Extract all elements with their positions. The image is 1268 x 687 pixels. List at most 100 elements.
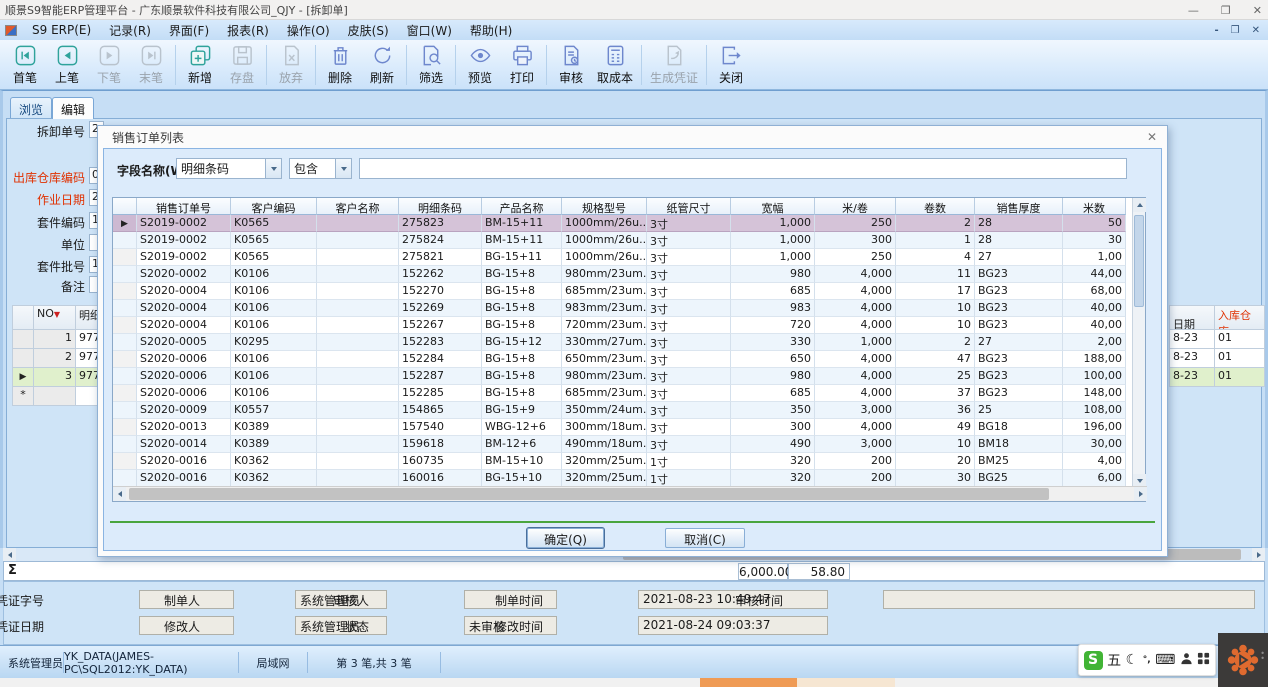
cell-0[interactable]: S2020-0002 — [137, 266, 231, 283]
cell-1[interactable]: K0295 — [231, 334, 317, 351]
scroll-left-icon[interactable] — [3, 548, 16, 561]
table-row[interactable]: S2019-0002K0565275824BM-15+111000mm/26u.… — [113, 232, 1126, 249]
cell-9[interactable]: 10 — [896, 436, 975, 453]
grid-header-8[interactable]: 米/卷 — [815, 198, 896, 215]
cell-0[interactable]: S2020-0014 — [137, 436, 231, 453]
cell-5[interactable]: 330mm/27um... — [562, 334, 647, 351]
row-selector[interactable] — [113, 317, 137, 334]
row-selector[interactable] — [113, 436, 137, 453]
grid-header-3[interactable]: 明细条码 — [399, 198, 482, 215]
cell-10[interactable]: 28 — [975, 215, 1063, 232]
cell-3[interactable]: 275824 — [399, 232, 482, 249]
cell-3[interactable]: 154865 — [399, 402, 482, 419]
cell-2[interactable] — [317, 283, 399, 300]
cell-9[interactable]: 2 — [896, 215, 975, 232]
cell-4[interactable]: BG-15+12 — [482, 334, 562, 351]
cell-11[interactable]: 30 — [1063, 232, 1126, 249]
cell-5[interactable]: 350mm/24um... — [562, 402, 647, 419]
minimize-icon[interactable]: — — [1188, 4, 1199, 17]
footer-row1-value-4[interactable] — [883, 590, 1255, 609]
footer-row2-value-3[interactable]: 2021-08-24 09:03:37 — [638, 616, 828, 635]
cell-7[interactable]: 330 — [731, 334, 815, 351]
detail-header-warehouse[interactable]: 入库仓库 — [1214, 305, 1265, 330]
toolbar-button-print[interactable]: 打印 — [501, 42, 543, 88]
scroll-up-icon[interactable] — [1133, 198, 1146, 212]
cell-10[interactable]: BG23 — [975, 317, 1063, 334]
toolbar-button-refresh[interactable]: 刷新 — [361, 42, 403, 88]
cell-5[interactable]: 983mm/23um... — [562, 300, 647, 317]
cell-9[interactable]: 25 — [896, 368, 975, 385]
cell-9[interactable]: 1 — [896, 232, 975, 249]
cell-date[interactable]: 8-23 — [1169, 329, 1215, 349]
cell-4[interactable]: BG-15+8 — [482, 385, 562, 402]
cell-2[interactable] — [317, 300, 399, 317]
cell-10[interactable]: 25 — [975, 402, 1063, 419]
cell-8[interactable]: 4,000 — [815, 317, 896, 334]
cell-8[interactable]: 4,000 — [815, 351, 896, 368]
filter-field-select[interactable]: 明细条码 — [176, 158, 282, 179]
cell-1[interactable]: K0106 — [231, 368, 317, 385]
cell-4[interactable]: BM-15+11 — [482, 215, 562, 232]
cell-9[interactable]: 4 — [896, 249, 975, 266]
row-selector[interactable] — [113, 385, 137, 402]
cell-9[interactable]: 49 — [896, 419, 975, 436]
grid-vertical-scrollbar[interactable] — [1132, 198, 1145, 488]
cell-11[interactable]: 4,00 — [1063, 453, 1126, 470]
cell-1[interactable]: K0389 — [231, 419, 317, 436]
cell-2[interactable] — [317, 436, 399, 453]
cell-6[interactable]: 3寸 — [647, 385, 731, 402]
grid-header-2[interactable]: 客户名称 — [317, 198, 399, 215]
filter-value-input[interactable] — [359, 158, 1127, 179]
menu-item-s9erp[interactable]: S9 ERP(E) — [23, 21, 100, 39]
tab-browse[interactable]: 浏览 — [10, 97, 52, 119]
cell-3[interactable]: 160016 — [399, 470, 482, 487]
row-selector[interactable] — [113, 470, 137, 487]
grid-header-1[interactable]: 客户编码 — [231, 198, 317, 215]
chevron-down-icon[interactable] — [265, 159, 281, 178]
cell-4[interactable]: BG-15+8 — [482, 317, 562, 334]
cell-10[interactable]: 27 — [975, 334, 1063, 351]
row-selector[interactable] — [113, 453, 137, 470]
row-selector[interactable] — [113, 232, 137, 249]
cell-1[interactable]: K0557 — [231, 402, 317, 419]
cell-7[interactable]: 1,000 — [731, 215, 815, 232]
cell-5[interactable]: 685mm/23um... — [562, 385, 647, 402]
mdi-minimize-icon[interactable]: - — [1214, 25, 1218, 36]
row-selector[interactable] — [113, 249, 137, 266]
moon-icon[interactable]: ☾ — [1126, 652, 1139, 668]
scroll-right-icon[interactable] — [1134, 487, 1147, 501]
cell-5[interactable]: 1000mm/26u... — [562, 232, 647, 249]
toolbox-icon[interactable] — [1197, 652, 1210, 668]
table-row[interactable]: S2020-0009K0557154865BG-15+9350mm/24um..… — [113, 402, 1126, 419]
cell-6[interactable]: 3寸 — [647, 436, 731, 453]
cell-2[interactable] — [317, 334, 399, 351]
cell-11[interactable]: 6,00 — [1063, 470, 1126, 487]
punctuation-icon[interactable]: °, — [1143, 655, 1151, 665]
toolbar-button-delete[interactable]: 删除 — [319, 42, 361, 88]
cell-10[interactable]: 28 — [975, 232, 1063, 249]
cell-9[interactable]: 30 — [896, 470, 975, 487]
toolbar-button-prev-record[interactable]: 上笔 — [46, 42, 88, 88]
table-row[interactable]: S2020-0016K0362160735BM-15+10320mm/25um.… — [113, 453, 1126, 470]
cell-11[interactable]: 50 — [1063, 215, 1126, 232]
row-selector[interactable] — [113, 419, 137, 436]
dialog-close-icon[interactable]: ✕ — [1147, 130, 1157, 144]
cell-7[interactable]: 685 — [731, 385, 815, 402]
cell-8[interactable]: 250 — [815, 249, 896, 266]
cell-no[interactable] — [33, 386, 76, 406]
cell-6[interactable]: 3寸 — [647, 351, 731, 368]
cell-2[interactable] — [317, 419, 399, 436]
cell-6[interactable]: 3寸 — [647, 419, 731, 436]
cell-1[interactable]: K0106 — [231, 283, 317, 300]
cell-8[interactable]: 300 — [815, 232, 896, 249]
cell-2[interactable] — [317, 266, 399, 283]
grid-header-7[interactable]: 宽幅 — [731, 198, 815, 215]
cell-11[interactable]: 188,00 — [1063, 351, 1126, 368]
cell-3[interactable]: 275821 — [399, 249, 482, 266]
row-selector[interactable] — [113, 368, 137, 385]
toolbar-button-add[interactable]: 新增 — [179, 42, 221, 88]
cell-0[interactable]: S2019-0002 — [137, 249, 231, 266]
cell-3[interactable]: 152287 — [399, 368, 482, 385]
cell-7[interactable]: 320 — [731, 470, 815, 487]
mdi-close-icon[interactable]: ✕ — [1252, 25, 1260, 36]
